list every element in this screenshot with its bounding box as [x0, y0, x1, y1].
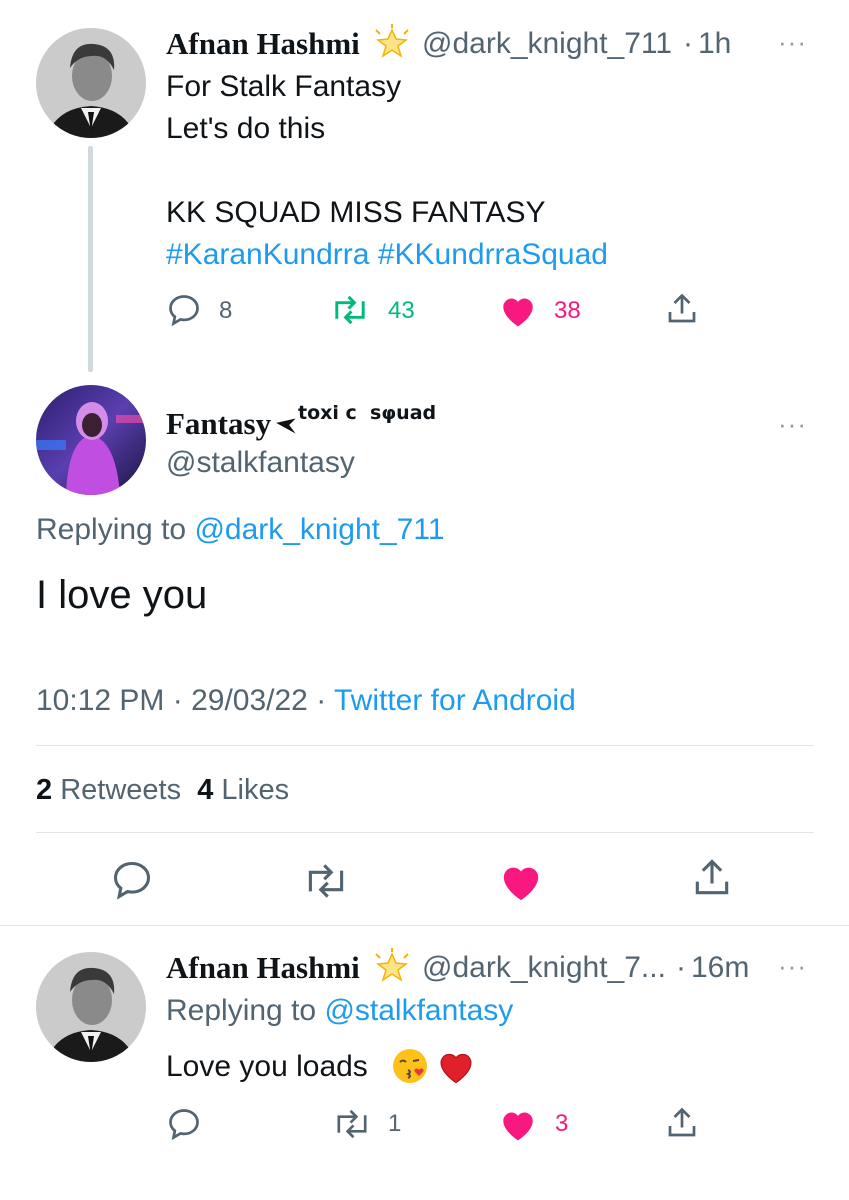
retweets-stat[interactable]: 2 Retweets [36, 774, 181, 806]
author-name[interactable]: Fantasy [166, 406, 271, 442]
star-icon [372, 948, 412, 989]
hashtag-link[interactable]: #KKundrraSquad [378, 238, 608, 271]
tweet-source[interactable]: Twitter for Android [334, 684, 576, 717]
divider [36, 745, 814, 746]
share-icon[interactable] [664, 1104, 700, 1147]
hashtag-link[interactable]: #KaranKundrra [166, 238, 369, 271]
share-icon[interactable] [690, 856, 734, 905]
heart-suit-icon [274, 414, 300, 441]
name-suffix: toxi c sφuad [298, 402, 437, 424]
reply-icon[interactable] [110, 858, 154, 907]
tweet-text-line: KK SQUAD MISS FANTASY [166, 196, 546, 229]
star-icon [372, 24, 412, 65]
separator-dot: · [316, 684, 327, 717]
retweet-count: 43 [388, 297, 415, 324]
more-options-button[interactable]: ··· [778, 29, 807, 55]
replying-to-handle[interactable]: @dark_knight_711 [194, 513, 444, 546]
retweet-icon[interactable] [300, 860, 352, 907]
reply-icon[interactable] [166, 292, 202, 333]
replying-to: Replying to @stalkfantasy [166, 994, 513, 1028]
author-handle[interactable]: @dark_knight_711 [422, 27, 672, 61]
avatar[interactable] [36, 385, 146, 495]
reply-icon[interactable] [166, 1106, 202, 1147]
tweet-timestamp[interactable]: 10:12 PM · 29/03/22 [36, 684, 308, 717]
more-options-button[interactable]: ··· [778, 953, 807, 979]
replying-to-label: Replying to [166, 994, 317, 1027]
like-icon[interactable] [498, 860, 544, 907]
like-icon[interactable] [498, 1106, 538, 1147]
avatar[interactable] [36, 28, 146, 138]
like-count: 38 [554, 297, 581, 324]
reply-count: 8 [219, 297, 233, 324]
likes-label: Likes [221, 774, 290, 806]
avatar[interactable] [36, 952, 146, 1062]
like-count: 4 [197, 774, 214, 806]
author-name[interactable]: Afnan Hashmi [166, 950, 360, 986]
tweet-time[interactable]: 1h [698, 27, 731, 61]
kissing-face-icon [390, 1046, 430, 1091]
retweets-label: Retweets [60, 774, 182, 806]
tweet-text-line: For Stalk Fantasy [166, 70, 402, 103]
separator-dot: · [676, 951, 686, 984]
separator-dot: · [683, 27, 693, 60]
more-options-button[interactable]: ··· [778, 411, 807, 437]
like-count: 3 [555, 1110, 569, 1137]
hashtags: #KaranKundrra #KKundrraSquad [166, 238, 608, 272]
author-handle[interactable]: @stalkfantasy [166, 446, 355, 480]
tweet-text: I love you [36, 573, 208, 617]
retweet-icon[interactable] [330, 1106, 374, 1147]
replying-to-handle[interactable]: @stalkfantasy [324, 994, 513, 1027]
author-handle[interactable]: @dark_knight_7... [422, 951, 666, 985]
likes-stat[interactable]: 4 Likes [197, 774, 289, 806]
retweet-icon[interactable] [328, 292, 372, 333]
engagement-stats: 2 Retweets 4 Likes [36, 774, 289, 807]
divider [0, 925, 849, 926]
tweet-time[interactable]: 16m [691, 951, 749, 985]
red-heart-icon [436, 1046, 476, 1091]
tweet-text: Love you loads [166, 1050, 368, 1083]
tweet-text-line: Let's do this [166, 112, 326, 145]
retweet-count: 1 [388, 1110, 402, 1137]
author-name[interactable]: Afnan Hashmi [166, 26, 360, 62]
replying-to-label: Replying to [36, 513, 187, 546]
thread-line [88, 146, 93, 372]
tweet-timestamp-row: 10:12 PM · 29/03/22 · Twitter for Androi… [36, 684, 576, 718]
like-icon[interactable] [498, 292, 538, 333]
share-icon[interactable] [664, 290, 700, 333]
divider [36, 832, 814, 833]
replying-to: Replying to @dark_knight_711 [36, 513, 445, 547]
retweet-count: 2 [36, 774, 53, 806]
